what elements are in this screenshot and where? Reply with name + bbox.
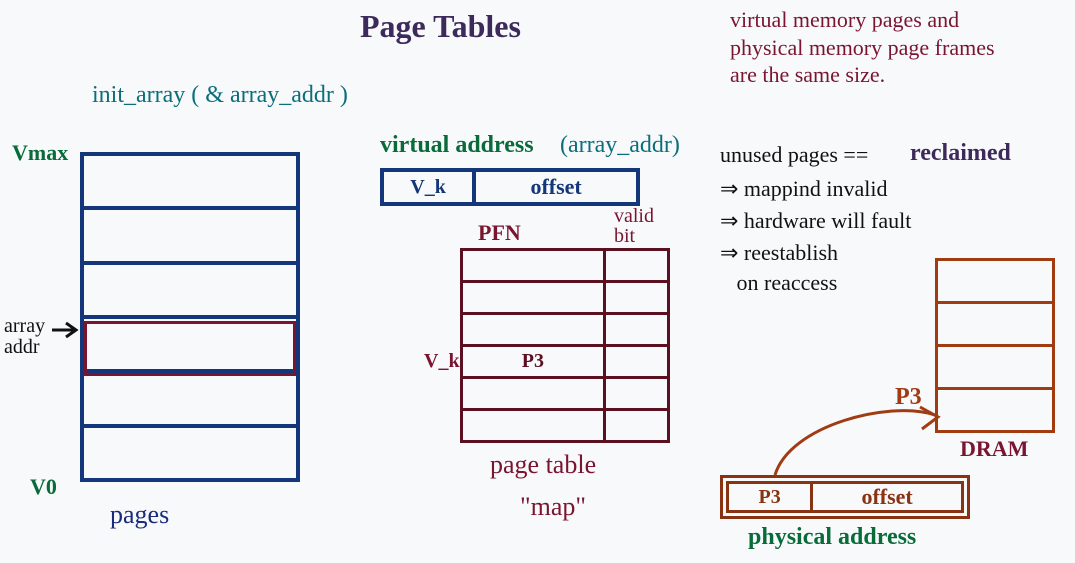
array-arrow-icon <box>52 322 82 342</box>
ptable-row-vk: V_k <box>424 350 460 373</box>
vaddr-vpn-cell: V_k <box>384 172 476 202</box>
vmem-page-row <box>84 156 296 206</box>
vaddr-offset-cell: offset <box>476 172 636 202</box>
page-table-map-caption: "map" <box>520 492 586 522</box>
page-table: P3 <box>460 248 670 443</box>
ptable-cell-p3: P3 <box>463 347 606 376</box>
p3-arrow-icon <box>770 395 960 480</box>
note-invalid: ⇒ mappind invalid <box>720 176 888 202</box>
note-reclaimed: reclaimed <box>910 140 1011 167</box>
paddr-offset-cell: offset <box>813 484 961 510</box>
note-unused: unused pages == <box>720 142 868 168</box>
vmem-page-row <box>84 206 296 260</box>
virtual-address-paren: (array_addr) <box>560 132 680 159</box>
virtual-address-box: V_k offset <box>380 168 640 206</box>
dram-frames <box>935 258 1055 433</box>
paddr-pfn-cell: P3 <box>729 484 813 510</box>
ptable-col-valid: valid bit <box>614 206 654 246</box>
note-reestablish: ⇒ reestablish <box>720 240 838 266</box>
pages-caption: pages <box>110 500 169 530</box>
vmax-label: Vmax <box>12 140 68 166</box>
virtual-address-heading: virtual address <box>380 132 534 159</box>
physical-address-box: P3 offset <box>720 475 970 519</box>
page-table-caption: page table <box>490 450 596 480</box>
page-title: Page Tables <box>360 8 521 45</box>
note-fault: ⇒ hardware will fault <box>720 208 911 234</box>
ptable-row <box>463 408 667 440</box>
dram-frame-row <box>938 344 1052 387</box>
dram-frame-row <box>938 301 1052 344</box>
v0-label: V0 <box>30 474 57 500</box>
p3-arrow-label: P3 <box>895 384 922 411</box>
ptable-row <box>463 251 667 280</box>
note-reaccess: on reaccess <box>720 270 837 296</box>
ptable-row <box>463 280 667 312</box>
array-addr-label: array addr <box>4 316 45 358</box>
physical-address-caption: physical address <box>748 524 916 551</box>
dram-frame-row <box>938 387 1052 430</box>
dram-label: DRAM <box>960 436 1028 462</box>
virtual-memory-pages <box>80 152 300 482</box>
vmem-page-row <box>84 424 296 478</box>
vmem-page-row <box>84 369 296 423</box>
note-same-size: virtual memory pages and physical memory… <box>730 6 995 89</box>
vmem-page-row <box>84 261 296 315</box>
ptable-row: P3 <box>463 344 667 376</box>
dram-frame-row <box>938 261 1052 301</box>
init-call-text: init_array ( & array_addr ) <box>92 82 348 109</box>
ptable-row <box>463 312 667 344</box>
vmem-page-row <box>84 315 296 369</box>
ptable-row <box>463 376 667 408</box>
ptable-col-pfn: PFN <box>478 220 521 246</box>
